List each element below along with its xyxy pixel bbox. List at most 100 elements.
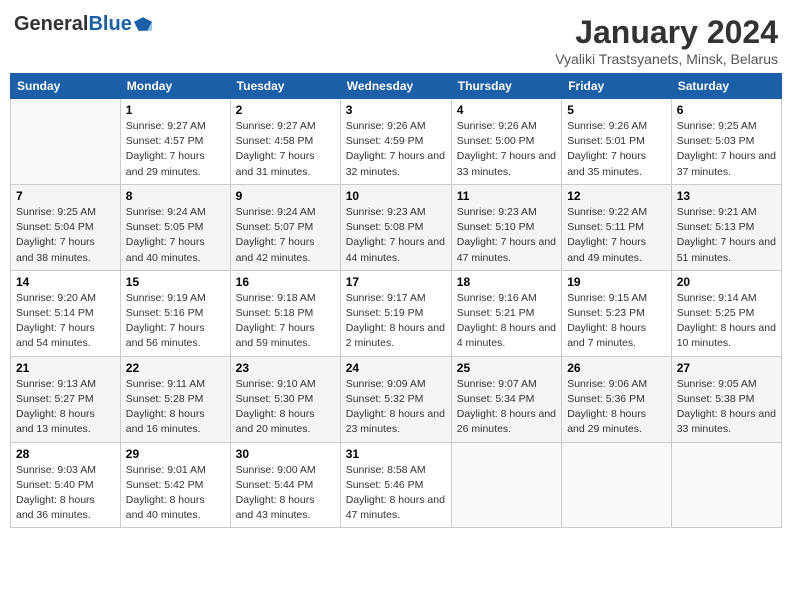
calendar-table: SundayMondayTuesdayWednesdayThursdayFrid… — [10, 73, 782, 528]
day-info: Sunrise: 9:11 AMSunset: 5:28 PMDaylight:… — [126, 377, 225, 438]
day-number: 26 — [567, 361, 666, 375]
day-number: 2 — [236, 103, 335, 117]
calendar-cell: 16 Sunrise: 9:18 AMSunset: 5:18 PMDayligh… — [230, 270, 340, 356]
calendar-week-1: 1 Sunrise: 9:27 AMSunset: 4:57 PMDaylight… — [11, 99, 782, 185]
calendar-cell: 7 Sunrise: 9:25 AMSunset: 5:04 PMDaylight… — [11, 184, 121, 270]
day-info: Sunrise: 9:27 AMSunset: 4:57 PMDaylight:… — [126, 119, 225, 180]
calendar-cell: 6 Sunrise: 9:25 AMSunset: 5:03 PMDaylight… — [671, 99, 781, 185]
calendar-cell: 17 Sunrise: 9:17 AMSunset: 5:19 PMDayligh… — [340, 270, 451, 356]
calendar-week-3: 14 Sunrise: 9:20 AMSunset: 5:14 PMDayligh… — [11, 270, 782, 356]
calendar-cell: 10 Sunrise: 9:23 AMSunset: 5:08 PMDayligh… — [340, 184, 451, 270]
calendar-cell: 2 Sunrise: 9:27 AMSunset: 4:58 PMDaylight… — [230, 99, 340, 185]
calendar-cell: 19Sunrise: 9:15 AMSunset: 5:23 PMDayligh… — [562, 270, 672, 356]
calendar-cell: 26 Sunrise: 9:06 AMSunset: 5:36 PMDayligh… — [562, 356, 672, 442]
day-number: 17 — [346, 275, 446, 289]
day-info: Sunrise: 9:19 AMSunset: 5:16 PMDaylight:… — [126, 291, 225, 352]
calendar-cell: 18Sunrise: 9:16 AMSunset: 5:21 PMDayligh… — [451, 270, 561, 356]
day-info: Sunrise: 9:27 AMSunset: 4:58 PMDaylight:… — [236, 119, 335, 180]
calendar-cell: 25Sunrise: 9:07 AMSunset: 5:34 PMDayligh… — [451, 356, 561, 442]
calendar-cell: 5Sunrise: 9:26 AMSunset: 5:01 PMDaylight… — [562, 99, 672, 185]
day-info: Sunrise: 9:16 AMSunset: 5:21 PMDaylight:… — [457, 291, 556, 352]
day-info: Sunrise: 9:23 AMSunset: 5:10 PMDaylight:… — [457, 205, 556, 266]
calendar-cell: 12 Sunrise: 9:22 AMSunset: 5:11 PMDayligh… — [562, 184, 672, 270]
day-info: Sunrise: 9:26 AMSunset: 5:01 PMDaylight:… — [567, 119, 666, 180]
day-info: Sunrise: 9:24 AMSunset: 5:07 PMDaylight:… — [236, 205, 335, 266]
day-number: 3 — [346, 103, 446, 117]
calendar-cell — [451, 442, 561, 528]
day-number: 11 — [457, 189, 556, 203]
day-number: 16 — [236, 275, 335, 289]
day-info: Sunrise: 9:21 AMSunset: 5:13 PMDaylight:… — [677, 205, 776, 266]
calendar-cell: 22 Sunrise: 9:11 AMSunset: 5:28 PMDayligh… — [120, 356, 230, 442]
calendar-week-5: 28Sunrise: 9:03 AMSunset: 5:40 PMDayligh… — [11, 442, 782, 528]
calendar-cell: 1 Sunrise: 9:27 AMSunset: 4:57 PMDaylight… — [120, 99, 230, 185]
day-info: Sunrise: 9:00 AMSunset: 5:44 PMDaylight:… — [236, 463, 335, 524]
title-block: January 2024 Vyaliki Trastsyanets, Minsk… — [555, 14, 778, 67]
day-info: Sunrise: 9:26 AMSunset: 5:00 PMDaylight:… — [457, 119, 556, 180]
calendar-cell: 3Sunrise: 9:26 AMSunset: 4:59 PMDaylight… — [340, 99, 451, 185]
calendar-cell: 8 Sunrise: 9:24 AMSunset: 5:05 PMDaylight… — [120, 184, 230, 270]
day-info: Sunrise: 9:18 AMSunset: 5:18 PMDaylight:… — [236, 291, 335, 352]
day-number: 23 — [236, 361, 335, 375]
page-header: GeneralBlue January 2024 Vyaliki Trastsy… — [10, 10, 782, 67]
calendar-header-row: SundayMondayTuesdayWednesdayThursdayFrid… — [11, 74, 782, 99]
day-info: Sunrise: 9:10 AMSunset: 5:30 PMDaylight:… — [236, 377, 335, 438]
day-number: 7 — [16, 189, 115, 203]
day-info: Sunrise: 8:58 AMSunset: 5:46 PMDaylight:… — [346, 463, 446, 524]
day-number: 12 — [567, 189, 666, 203]
day-info: Sunrise: 9:22 AMSunset: 5:11 PMDaylight:… — [567, 205, 666, 266]
calendar-cell: 4 Sunrise: 9:26 AMSunset: 5:00 PMDaylight… — [451, 99, 561, 185]
calendar-cell — [11, 99, 121, 185]
day-number: 1 — [126, 103, 225, 117]
day-number: 10 — [346, 189, 446, 203]
day-info: Sunrise: 9:17 AMSunset: 5:19 PMDaylight:… — [346, 291, 446, 352]
day-number: 15 — [126, 275, 225, 289]
logo: GeneralBlue — [14, 14, 152, 34]
calendar-cell: 29Sunrise: 9:01 AMSunset: 5:42 PMDayligh… — [120, 442, 230, 528]
day-number: 30 — [236, 447, 335, 461]
day-info: Sunrise: 9:24 AMSunset: 5:05 PMDaylight:… — [126, 205, 225, 266]
day-info: Sunrise: 9:20 AMSunset: 5:14 PMDaylight:… — [16, 291, 115, 352]
day-info: Sunrise: 9:09 AMSunset: 5:32 PMDaylight:… — [346, 377, 446, 438]
day-info: Sunrise: 9:05 AMSunset: 5:38 PMDaylight:… — [677, 377, 776, 438]
day-number: 13 — [677, 189, 776, 203]
col-header-monday: Monday — [120, 74, 230, 99]
day-info: Sunrise: 9:13 AMSunset: 5:27 PMDaylight:… — [16, 377, 115, 438]
day-info: Sunrise: 9:25 AMSunset: 5:04 PMDaylight:… — [16, 205, 115, 266]
day-number: 24 — [346, 361, 446, 375]
col-header-saturday: Saturday — [671, 74, 781, 99]
calendar-cell: 31 Sunrise: 8:58 AMSunset: 5:46 PMDayligh… — [340, 442, 451, 528]
calendar-cell: 9 Sunrise: 9:24 AMSunset: 5:07 PMDaylight… — [230, 184, 340, 270]
day-number: 9 — [236, 189, 335, 203]
calendar-week-4: 21Sunrise: 9:13 AMSunset: 5:27 PMDayligh… — [11, 356, 782, 442]
col-header-wednesday: Wednesday — [340, 74, 451, 99]
calendar-cell — [671, 442, 781, 528]
day-info: Sunrise: 9:25 AMSunset: 5:03 PMDaylight:… — [677, 119, 776, 180]
day-info: Sunrise: 9:06 AMSunset: 5:36 PMDaylight:… — [567, 377, 666, 438]
calendar-cell — [562, 442, 672, 528]
col-header-tuesday: Tuesday — [230, 74, 340, 99]
day-number: 20 — [677, 275, 776, 289]
calendar-cell: 11 Sunrise: 9:23 AMSunset: 5:10 PMDayligh… — [451, 184, 561, 270]
day-number: 8 — [126, 189, 225, 203]
logo-general: GeneralBlue — [14, 14, 132, 34]
location-subtitle: Vyaliki Trastsyanets, Minsk, Belarus — [555, 51, 778, 67]
day-number: 25 — [457, 361, 556, 375]
calendar-cell: 28Sunrise: 9:03 AMSunset: 5:40 PMDayligh… — [11, 442, 121, 528]
day-number: 22 — [126, 361, 225, 375]
calendar-cell: 30 Sunrise: 9:00 AMSunset: 5:44 PMDayligh… — [230, 442, 340, 528]
calendar-cell: 21Sunrise: 9:13 AMSunset: 5:27 PMDayligh… — [11, 356, 121, 442]
day-number: 6 — [677, 103, 776, 117]
calendar-cell: 24 Sunrise: 9:09 AMSunset: 5:32 PMDayligh… — [340, 356, 451, 442]
calendar-week-2: 7 Sunrise: 9:25 AMSunset: 5:04 PMDaylight… — [11, 184, 782, 270]
day-info: Sunrise: 9:23 AMSunset: 5:08 PMDaylight:… — [346, 205, 446, 266]
month-year-title: January 2024 — [555, 14, 778, 51]
day-number: 31 — [346, 447, 446, 461]
calendar-cell: 20Sunrise: 9:14 AMSunset: 5:25 PMDayligh… — [671, 270, 781, 356]
day-number: 27 — [677, 361, 776, 375]
day-number: 4 — [457, 103, 556, 117]
col-header-thursday: Thursday — [451, 74, 561, 99]
day-number: 28 — [16, 447, 115, 461]
logo-icon — [134, 17, 152, 31]
day-number: 14 — [16, 275, 115, 289]
